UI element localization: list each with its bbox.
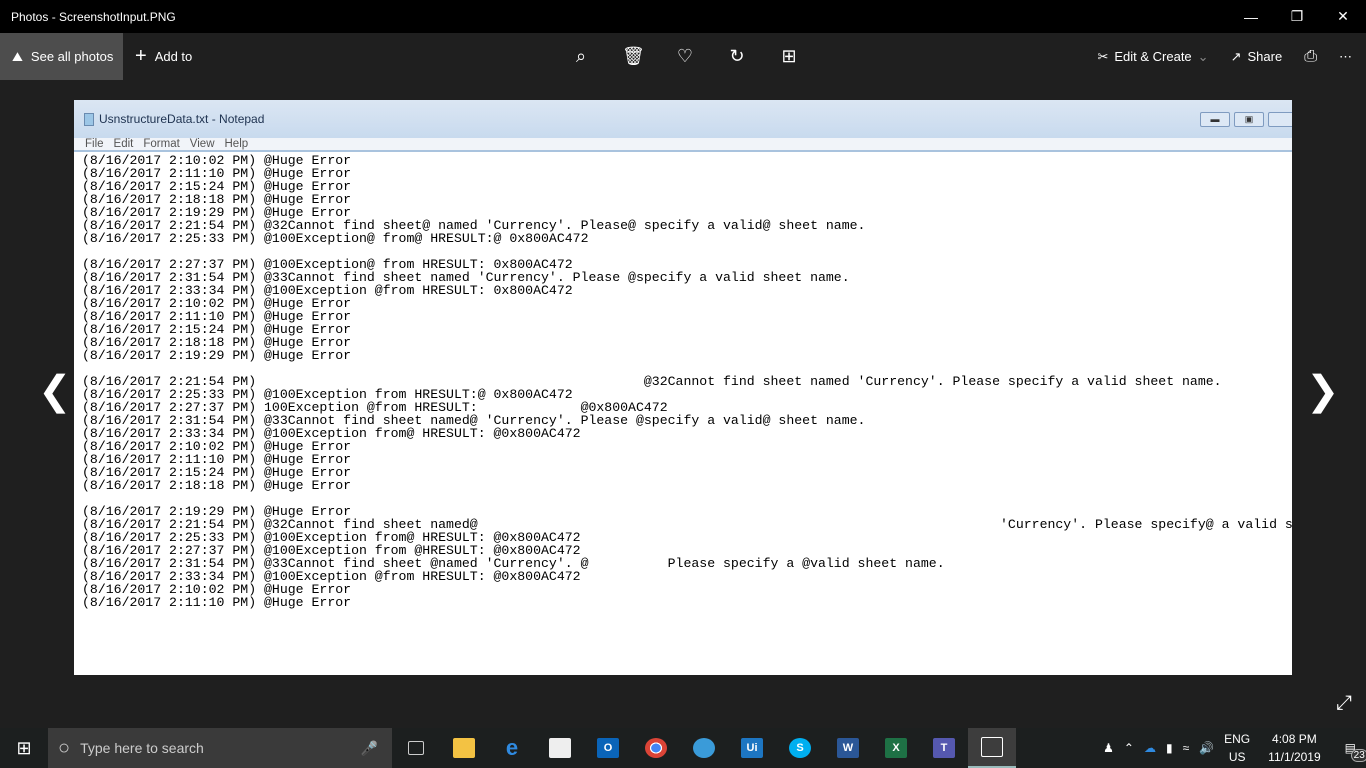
date: 11/1/2019 [1268, 750, 1321, 764]
text-line: (8/16/2017 2:19:29 PM) @Huge Error [82, 348, 352, 363]
rotate-icon[interactable]: ↻ [726, 46, 748, 67]
notepad-title: UsnstructureData.txt - Notepad [99, 112, 265, 126]
excel-icon[interactable]: X [872, 728, 920, 768]
notifications-button[interactable]: ▤ 23 [1345, 741, 1366, 762]
plus-icon: + [135, 45, 147, 67]
notepad-text: (8/16/2017 2:10:02 PM) @Huge Error (8/16/… [82, 154, 1292, 675]
notepad-minimize-icon: ▬ [1200, 112, 1230, 127]
notification-count: 23 [1350, 749, 1366, 762]
edit-icon: ✂ [1097, 48, 1109, 64]
menu-view: View [189, 138, 215, 150]
text-line: (8/16/2017 2:18:18 PM) @Huge Error [82, 478, 352, 493]
region: US [1228, 750, 1246, 764]
delete-icon[interactable]: 🗑 [622, 46, 645, 67]
battery-icon[interactable]: ▮ [1166, 741, 1173, 755]
close-button[interactable]: ✕ [1320, 0, 1366, 33]
share-button[interactable]: ↗ Share [1231, 49, 1283, 65]
zoom-icon[interactable]: ⌕ [570, 46, 592, 67]
language-indicator[interactable]: ENG US [1224, 730, 1250, 766]
start-button[interactable]: ⊞ [0, 728, 48, 768]
share-icon: ↗ [1230, 48, 1242, 64]
language: ENG [1224, 732, 1251, 746]
menu-help: Help [224, 138, 249, 150]
taskbar: ⊞ ○ Type here to search 🎤 e O Ui S W X T… [0, 728, 1366, 768]
people-icon[interactable]: ♟ [1103, 741, 1114, 755]
see-all-label: See all photos [30, 49, 114, 64]
onedrive-icon[interactable]: ☁ [1144, 741, 1156, 755]
search-placeholder: Type here to search [80, 740, 204, 756]
chrome-icon[interactable] [632, 728, 680, 768]
notepad-close-icon [1268, 112, 1292, 127]
mail-icon[interactable] [536, 728, 584, 768]
print-icon[interactable]: ⎙ [1304, 48, 1317, 66]
next-arrow-icon[interactable]: ❯ [1306, 368, 1340, 414]
menu-edit: Edit [113, 138, 134, 150]
title-bar: Photos - ScreenshotInput.PNG — ❐ ✕ [0, 0, 1366, 33]
see-all-photos-button[interactable]: ⛰ See all photos [0, 33, 123, 80]
volume-icon[interactable]: 🔊 [1199, 741, 1214, 755]
task-view-icon[interactable] [392, 728, 440, 768]
fullscreen-icon[interactable]: ⤢ [1336, 692, 1352, 715]
add-to-button[interactable]: + Add to [135, 45, 192, 68]
microphone-icon[interactable]: 🎤 [361, 740, 378, 757]
clock[interactable]: 4:08 PM 11/1/2019 [1268, 730, 1321, 766]
uipath-icon[interactable]: Ui [728, 728, 776, 768]
menu-file: File [85, 138, 104, 150]
app-icon[interactable] [680, 728, 728, 768]
photos-toolbar: ⛰ See all photos + Add to ⌕ 🗑 ♡ ↻ ⊞ ✂ Ed… [0, 33, 1366, 80]
chevron-up-icon[interactable]: ⌃ [1124, 741, 1134, 755]
crop-icon[interactable]: ⊞ [778, 46, 800, 67]
notepad-maximize-icon: ▣ [1234, 112, 1264, 127]
heart-icon[interactable]: ♡ [674, 46, 696, 67]
minimize-button[interactable]: — [1228, 0, 1274, 33]
more-icon[interactable]: ⋯ [1339, 49, 1352, 65]
previous-arrow-icon[interactable]: ❮ [38, 368, 72, 414]
maximize-button[interactable]: ❐ [1274, 0, 1320, 33]
skype-icon[interactable]: S [776, 728, 824, 768]
add-to-label: Add to [154, 49, 193, 64]
windows-icon: ⊞ [16, 737, 32, 758]
edit-create-button[interactable]: ✂ Edit & Create ⌄ [1097, 49, 1208, 65]
search-box[interactable]: ○ Type here to search 🎤 [48, 728, 392, 768]
photo-image: UsnstructureData.txt - Notepad ▬ ▣ File … [74, 100, 1292, 675]
wifi-icon[interactable]: ≈ [1183, 741, 1190, 755]
notepad-titlebar: UsnstructureData.txt - Notepad ▬ ▣ [74, 100, 1292, 138]
text-line: (8/16/2017 2:25:33 PM) @100Exception@ fr… [82, 231, 589, 246]
text-line: (8/16/2017 2:11:10 PM) @Huge Error [82, 595, 352, 610]
teams-icon[interactable]: T [920, 728, 968, 768]
file-explorer-icon[interactable] [440, 728, 488, 768]
notepad-menu: File Edit Format View Help [74, 138, 1292, 152]
edit-create-label: Edit & Create [1114, 49, 1192, 64]
window-title: Photos - ScreenshotInput.PNG [11, 9, 176, 24]
share-label: Share [1247, 49, 1283, 64]
notepad-icon [84, 112, 94, 126]
photos-taskbar-icon[interactable] [968, 728, 1016, 768]
edge-icon[interactable]: e [488, 728, 536, 768]
word-icon[interactable]: W [824, 728, 872, 768]
time: 4:08 PM [1272, 732, 1317, 746]
photo-icon: ⛰ [12, 48, 23, 64]
chevron-down-icon: ⌄ [1197, 48, 1209, 64]
menu-format: Format [143, 138, 180, 150]
outlook-icon[interactable]: O [584, 728, 632, 768]
search-icon: ○ [58, 736, 71, 759]
